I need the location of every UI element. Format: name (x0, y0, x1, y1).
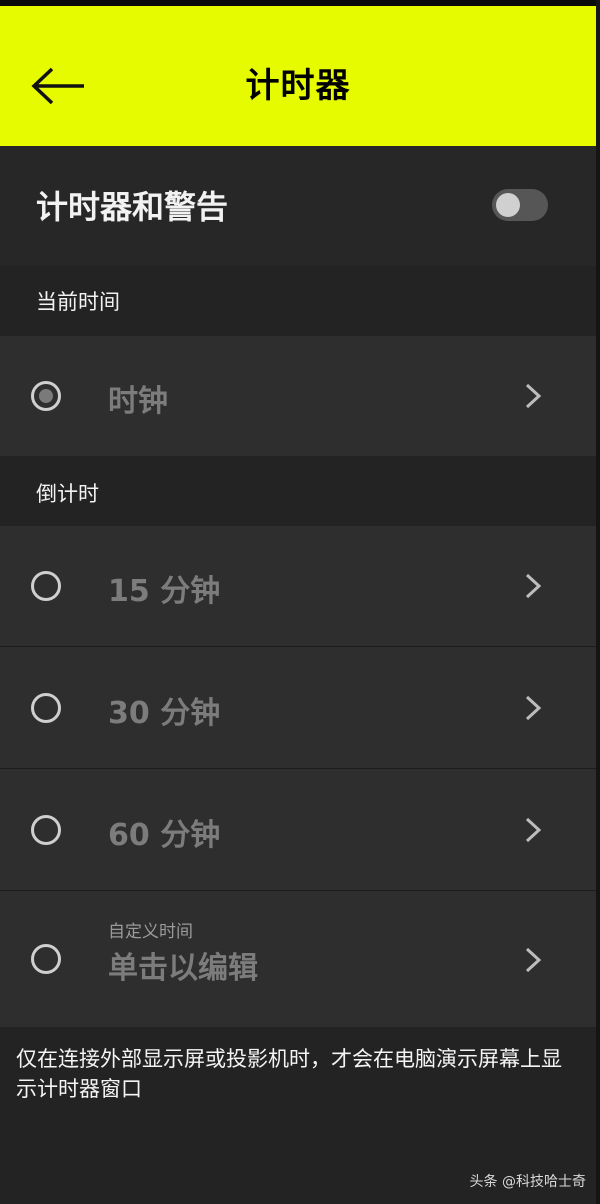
option-label: 15 分钟 (108, 574, 221, 609)
section-countdown: 倒计时 (0, 456, 596, 526)
page-title: 计时器 (245, 66, 351, 106)
timer-alerts-toggle[interactable] (492, 189, 548, 221)
watermark: 头条 @科技哈士奇 (469, 1174, 586, 1190)
timer-alerts-label: 计时器和警告 (36, 188, 229, 226)
radio-button[interactable] (31, 571, 61, 601)
option-30-min[interactable]: 30 分钟 (0, 647, 596, 768)
section-heading: 倒计时 (36, 482, 99, 506)
radio-button[interactable] (31, 815, 61, 845)
option-15-min[interactable]: 15 分钟 (0, 526, 596, 646)
option-label: 60 分钟 (108, 818, 221, 853)
option-label: 单击以编辑 (108, 951, 258, 986)
radio-button[interactable] (31, 944, 61, 974)
radio-button[interactable] (31, 693, 61, 723)
chevron-right-icon (525, 383, 542, 409)
chevron-right-icon (525, 573, 542, 599)
option-label: 时钟 (108, 384, 168, 419)
option-clock[interactable]: 时钟 (0, 336, 596, 456)
option-label: 30 分钟 (108, 696, 221, 731)
info-note: 仅在连接外部显示屏或投影机时，才会在电脑演示屏幕上显示计时器窗口 (16, 1047, 562, 1101)
section-current-time: 当前时间 (0, 266, 596, 336)
chevron-right-icon (525, 695, 542, 721)
option-custom-time[interactable]: 自定义时间 单击以编辑 (0, 891, 596, 1027)
radio-button[interactable] (31, 381, 61, 411)
option-sublabel: 自定义时间 (108, 922, 193, 942)
app-header: 计时器 (0, 6, 596, 146)
option-60-min[interactable]: 60 分钟 (0, 769, 596, 890)
toggle-knob (496, 193, 520, 217)
chevron-right-icon (525, 817, 542, 843)
section-heading: 当前时间 (36, 290, 120, 314)
chevron-right-icon (525, 947, 542, 973)
window-edge (596, 0, 600, 1204)
